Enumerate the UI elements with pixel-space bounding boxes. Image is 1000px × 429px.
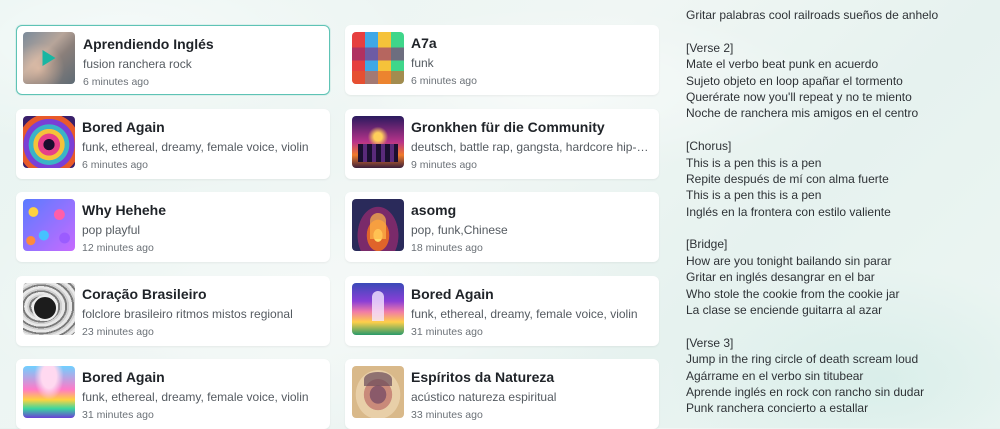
song-card-bored-again-1[interactable]: Bored Again funk, ethereal, dreamy, fema… <box>16 109 330 179</box>
lyrics-line: Punk ranchera concierto a estallar <box>686 401 869 416</box>
song-title[interactable]: Gronkhen für die Community <box>411 119 651 135</box>
song-title[interactable]: Why Hehehe <box>82 202 322 218</box>
cover-art[interactable] <box>352 199 404 251</box>
cover-art[interactable] <box>352 32 404 84</box>
lyrics-spacer <box>686 220 986 236</box>
lyrics-line: [Chorus] <box>686 139 732 154</box>
song-card-asomg[interactable]: asomg pop, funk,Chinese 18 minutes ago <box>345 192 659 262</box>
song-time: 6 minutes ago <box>83 76 149 88</box>
lyrics-line: Gritar en inglés desangrar en el bar <box>686 270 875 285</box>
song-tags: pop playful <box>82 223 141 237</box>
lyrics-line: [Bridge] <box>686 237 728 252</box>
lyrics-line: Inglés en la frontera con estilo valient… <box>686 204 891 219</box>
lyrics-line: La clase se enciende guitarra al azar <box>686 303 883 318</box>
song-tags: fusion ranchera rock <box>83 57 192 71</box>
song-tags: deutsch, battle rap, gangsta, hardcore h… <box>411 140 649 154</box>
cover-art[interactable] <box>23 116 75 168</box>
song-time: 6 minutes ago <box>82 159 148 171</box>
song-title[interactable]: Bored Again <box>82 369 322 385</box>
cover-art[interactable] <box>23 366 75 418</box>
song-time: 23 minutes ago <box>82 326 154 338</box>
lyrics-panel: Gritar palabras cool railroads sueños de… <box>686 7 986 417</box>
lyrics-line: [Verse 2] <box>686 40 734 55</box>
song-time: 31 minutes ago <box>411 326 483 338</box>
song-title[interactable]: A7a <box>411 35 651 51</box>
lyrics-line: Noche de ranchera mis amigos en el centr… <box>686 106 919 121</box>
song-time: 33 minutes ago <box>411 409 483 421</box>
song-card-coracao-brasileiro[interactable]: Coração Brasileiro folclore brasileiro r… <box>16 276 330 346</box>
song-card-why-hehehe[interactable]: Why Hehehe pop playful 12 minutes ago <box>16 192 330 262</box>
cover-art[interactable] <box>352 366 404 418</box>
lyrics-line: This is a pen this is a pen <box>686 188 822 203</box>
song-tags: funk, ethereal, dreamy, female voice, vi… <box>82 390 309 404</box>
lyrics-line: Gritar palabras cool railroads sueños de… <box>686 8 939 22</box>
song-tags: funk, ethereal, dreamy, female voice, vi… <box>411 307 638 321</box>
song-card-bored-again-3[interactable]: Bored Again funk, ethereal, dreamy, fema… <box>16 359 330 429</box>
song-time: 9 minutes ago <box>411 159 477 171</box>
song-card-espiritos-da-natureza[interactable]: Espíritos da Natureza acústico natureza … <box>345 359 659 429</box>
lyrics-line: Jump in the ring circle of death scream … <box>686 352 919 367</box>
lyrics-line: Mate el verbo beat punk en acuerdo <box>686 57 879 72</box>
song-title[interactable]: Espíritos da Natureza <box>411 369 651 385</box>
song-time: 6 minutes ago <box>411 75 477 87</box>
lyrics-line: Who stole the cookie from the cookie jar <box>686 286 900 301</box>
song-card-a7a[interactable]: A7a funk 6 minutes ago <box>345 25 659 95</box>
song-title[interactable]: Aprendiendo Inglés <box>83 36 321 52</box>
lyrics-spacer <box>686 23 986 39</box>
song-tags: pop, funk,Chinese <box>411 223 508 237</box>
song-card-aprendiendo-ingles[interactable]: Aprendiendo Inglés fusion ranchera rock … <box>16 25 330 95</box>
lyrics-spacer <box>686 318 986 334</box>
cover-art[interactable] <box>23 283 75 335</box>
lyrics-line: Querérate now you'll repeat y no te mien… <box>686 89 912 104</box>
lyrics-line: How are you tonight bailando sin parar <box>686 253 892 268</box>
lyrics-line: Sujeto objeto en loop apañar el tormento <box>686 73 903 88</box>
lyrics-line: [Verse 3] <box>686 335 734 350</box>
song-title[interactable]: asomg <box>411 202 651 218</box>
cover-art[interactable] <box>352 116 404 168</box>
song-time: 31 minutes ago <box>82 409 154 421</box>
song-title[interactable]: Bored Again <box>82 119 322 135</box>
song-tags: funk <box>411 56 434 70</box>
song-card-bored-again-2[interactable]: Bored Again funk, ethereal, dreamy, fema… <box>345 276 659 346</box>
song-tags: folclore brasileiro ritmos mistos region… <box>82 307 293 321</box>
lyrics-line: Aprende inglés en rock con rancho sin du… <box>686 384 925 399</box>
cover-art[interactable] <box>23 32 75 84</box>
song-tags: funk, ethereal, dreamy, female voice, vi… <box>82 140 309 154</box>
lyrics-line: This is a pen this is a pen <box>686 155 822 170</box>
song-tags: acústico natureza espiritual <box>411 390 557 404</box>
song-card-gronkhen[interactable]: Gronkhen für die Community deutsch, batt… <box>345 109 659 179</box>
lyrics-spacer <box>686 122 986 138</box>
song-title[interactable]: Bored Again <box>411 286 651 302</box>
song-time: 12 minutes ago <box>82 242 154 254</box>
lyrics-line: Agárrame en el verbo sin titubear <box>686 368 864 383</box>
cover-art[interactable] <box>23 199 75 251</box>
lyrics-line: Repite después de mí con alma fuerte <box>686 171 889 186</box>
cover-art[interactable] <box>352 283 404 335</box>
song-title[interactable]: Coração Brasileiro <box>82 286 322 302</box>
play-icon[interactable] <box>42 50 56 66</box>
song-time: 18 minutes ago <box>411 242 483 254</box>
